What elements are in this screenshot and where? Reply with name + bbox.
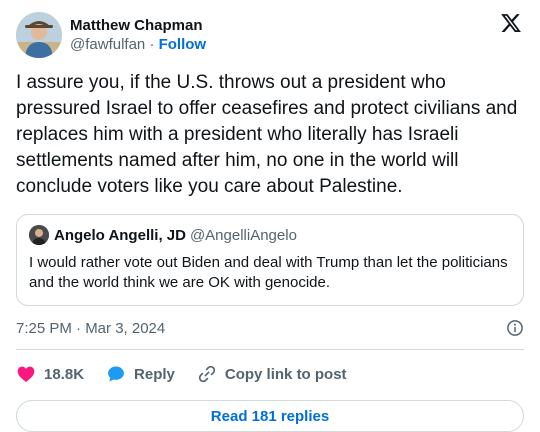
action-bar: 18.8K Reply Copy link to post (16, 356, 524, 392)
x-logo-icon[interactable] (500, 12, 522, 34)
divider (16, 349, 524, 350)
timestamp[interactable]: 7:25 PM · Mar 3, 2024 (16, 320, 165, 337)
author-avatar[interactable] (16, 12, 62, 58)
copy-link-label: Copy link to post (224, 365, 347, 383)
reply-bubble-icon (108, 366, 124, 382)
reply-button[interactable]: Reply (106, 364, 175, 384)
author-handle[interactable]: @fawfulfan (70, 36, 145, 53)
quoted-tweet[interactable]: Angelo Angelli, JD @AngelliAngelo I woul… (16, 214, 524, 306)
quoted-author-avatar (29, 225, 49, 245)
heart-icon (17, 366, 35, 382)
author-name[interactable]: Matthew Chapman (70, 16, 206, 35)
quoted-tweet-text: I would rather vote out Biden and deal w… (29, 254, 508, 291)
author-info: Matthew Chapman @fawfulfan · Follow (70, 16, 206, 54)
follow-button[interactable]: Follow (159, 36, 207, 53)
author-subline: @fawfulfan · Follow (70, 35, 206, 54)
quoted-tweet-header: Angelo Angelli, JD @AngelliAngelo (29, 225, 511, 245)
separator-dot: · (149, 36, 155, 53)
tweet-text: I assure you, if the U.S. throws out a p… (16, 72, 523, 197)
copy-link-button[interactable]: Copy link to post (197, 364, 347, 384)
tweet-header: Matthew Chapman @fawfulfan · Follow (16, 12, 524, 58)
quoted-author-name: Angelo Angelli, JD (54, 226, 186, 244)
read-replies-button[interactable]: Read 181 replies (16, 400, 524, 432)
tweet-card: Matthew Chapman @fawfulfan · Follow I as… (0, 0, 540, 432)
quoted-author-handle: @AngelliAngelo (189, 226, 297, 244)
tweet-meta: 7:25 PM · Mar 3, 2024 (16, 318, 524, 338)
info-icon[interactable] (506, 319, 524, 337)
like-button[interactable]: 18.8K (16, 364, 84, 384)
like-count: 18.8K (44, 365, 85, 383)
link-icon (198, 365, 215, 383)
reply-label: Reply (134, 365, 175, 383)
